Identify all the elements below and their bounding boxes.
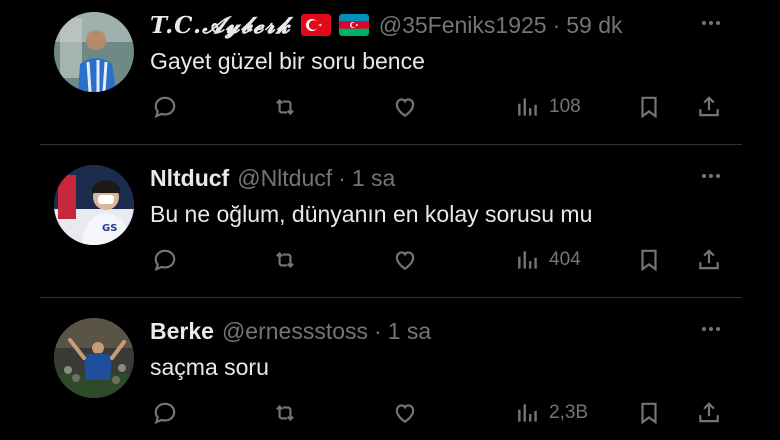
avatar[interactable]: GS (54, 165, 134, 245)
views-button[interactable]: 2,3B (515, 398, 588, 428)
user-handle[interactable]: @35Feniks1925 (379, 12, 547, 39)
avatar[interactable] (54, 318, 134, 398)
heart-icon (395, 98, 415, 117)
views-icon (518, 98, 537, 116)
views-count: 404 (549, 249, 581, 270)
more-icon[interactable] (696, 10, 726, 40)
retweet-icon (276, 251, 294, 269)
more-icon[interactable] (696, 163, 726, 193)
reply-icon (154, 96, 176, 119)
separator-dot: · (374, 317, 382, 344)
tweet[interactable]: Berke @ernessstoss · 1 sa saçma soru 2,3… (0, 298, 780, 440)
avatar[interactable] (54, 12, 134, 92)
like-button[interactable] (392, 92, 418, 122)
bookmark-button[interactable] (636, 92, 662, 122)
like-button[interactable] (392, 245, 418, 275)
timestamp[interactable]: 59 dk (566, 12, 622, 39)
avatar-image: GS (54, 165, 134, 245)
tweet[interactable]: GS Nltducf @Nltducf · 1 sa Bu ne oğlum, … (0, 145, 780, 297)
svg-text:GS: GS (102, 223, 117, 234)
share-button[interactable] (696, 245, 722, 275)
display-name[interactable]: T.C.𝓐𝔂𝓫𝓮𝓻𝓴 (150, 12, 291, 39)
views-button[interactable]: 404 (515, 245, 581, 275)
retweet-button[interactable] (272, 92, 298, 122)
share-icon (699, 402, 719, 423)
reply-icon (154, 249, 176, 272)
avatar-image (54, 318, 134, 398)
tweet[interactable]: T.C.𝓐𝔂𝓫𝓮𝓻𝓴 @35Feniks1925 · 59 dk Gayet g… (0, 0, 780, 144)
views-count: 2,3B (549, 402, 589, 423)
heart-icon (395, 404, 415, 423)
reply-button[interactable] (152, 92, 178, 122)
display-name[interactable]: Berke (150, 318, 214, 345)
timestamp[interactable]: 1 sa (388, 318, 431, 345)
separator-dot: · (552, 11, 561, 38)
user-handle[interactable]: @ernessstoss (222, 318, 368, 345)
like-button[interactable] (392, 398, 418, 428)
reply-button[interactable] (152, 245, 178, 275)
tweet-text: Gayet güzel bir soru bence (150, 48, 425, 74)
share-button[interactable] (696, 398, 722, 428)
separator-dot: · (338, 164, 346, 191)
more-icon[interactable] (696, 316, 726, 346)
user-handle[interactable]: @Nltducf (237, 165, 332, 192)
retweet-button[interactable] (272, 245, 298, 275)
avatar-image (54, 12, 134, 92)
bookmark-button[interactable] (636, 245, 662, 275)
tweet-text: Bu ne oğlum, dünyanın en kolay sorusu mu (150, 201, 593, 227)
retweet-button[interactable] (272, 398, 298, 428)
tweet-text: saçma soru (150, 354, 269, 380)
bookmark-button[interactable] (636, 398, 662, 428)
views-button[interactable]: 108 (515, 92, 581, 122)
views-count: 108 (549, 96, 581, 117)
views-icon (518, 251, 537, 269)
bookmark-icon (641, 96, 657, 119)
share-button[interactable] (696, 92, 722, 122)
azerbaijan-flag-icon (338, 14, 369, 36)
share-icon (699, 96, 719, 117)
retweet-icon (276, 404, 294, 422)
display-name[interactable]: Nltducf (150, 165, 229, 192)
retweet-icon (276, 98, 294, 116)
reply-icon (154, 402, 176, 425)
heart-icon (395, 251, 415, 270)
share-icon (699, 249, 719, 270)
views-icon (518, 404, 537, 422)
bookmark-icon (641, 249, 657, 272)
timestamp[interactable]: 1 sa (352, 165, 395, 192)
reply-button[interactable] (152, 398, 178, 428)
turkey-flag-icon (300, 14, 331, 36)
bookmark-icon (641, 402, 657, 425)
